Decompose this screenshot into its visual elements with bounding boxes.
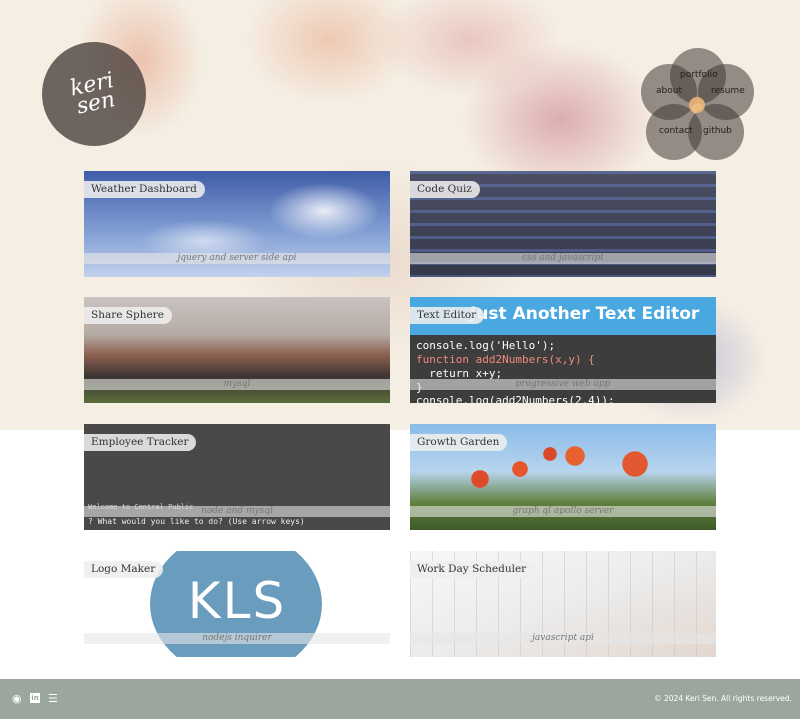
project-card-share-sphere[interactable]: Share Sphere mysql: [84, 297, 390, 403]
project-title: Work Day Scheduler: [410, 561, 535, 578]
project-title: Code Quiz: [410, 181, 480, 198]
nav-link-about[interactable]: about: [656, 86, 682, 96]
nav-center-dot: [689, 97, 705, 113]
project-subtitle: nodejs inquirer: [84, 633, 390, 644]
code-line: function add2Numbers(x,y) {: [416, 353, 595, 366]
project-card-weather-dashboard[interactable]: Weather Dashboard jquery and server side…: [84, 171, 390, 277]
nav-link-portfolio[interactable]: portfolio: [680, 70, 718, 80]
stackoverflow-icon[interactable]: ☰: [48, 693, 58, 705]
project-title: Share Sphere: [84, 307, 172, 324]
nav-link-github[interactable]: github: [703, 126, 732, 136]
project-card-text-editor[interactable]: Just Another Text Editor console.log('He…: [410, 297, 716, 403]
project-subtitle: jquery and server side api: [84, 253, 390, 264]
nav-link-resume[interactable]: resume: [711, 86, 745, 96]
project-subtitle: javascript api: [410, 633, 716, 644]
project-subtitle: css and javascript: [410, 253, 716, 264]
project-subtitle: mysql: [84, 379, 390, 390]
project-card-employee-tracker[interactable]: Employee Tracker Welcome to Central Publ…: [84, 424, 390, 530]
code-line: console.log(add2Numbers(2,4));: [416, 394, 615, 403]
project-card-code-quiz[interactable]: Code Quiz css and javascript: [410, 171, 716, 277]
project-card-growth-garden[interactable]: Growth Garden graph ql apollo server: [410, 424, 716, 530]
code-line: console.log('Hello');: [416, 339, 556, 352]
text-editor-banner: Just Another Text Editor: [470, 304, 700, 324]
project-title: Growth Garden: [410, 434, 508, 451]
github-icon[interactable]: ◉: [12, 693, 22, 705]
logo-maker-text: KLS: [187, 572, 287, 630]
project-title: Text Editor: [410, 307, 485, 324]
terminal-line: ? What would you like to do? (Use arrow …: [88, 517, 305, 526]
project-subtitle: progressive web app: [410, 379, 716, 390]
site-logo[interactable]: keri sen: [42, 42, 146, 146]
project-title: Employee Tracker: [84, 434, 197, 451]
project-title: Weather Dashboard: [84, 181, 205, 198]
project-subtitle: graph ql apollo server: [410, 506, 716, 517]
logo-text: keri sen: [67, 67, 118, 120]
project-title: Logo Maker: [84, 561, 164, 578]
copyright-text: © 2024 Keri Sen. All rights reserved.: [654, 694, 792, 703]
nav-link-contact[interactable]: contact: [659, 126, 693, 136]
project-subtitle: node and mysql: [84, 506, 390, 517]
linkedin-icon[interactable]: in: [30, 693, 40, 703]
project-card-logo-maker[interactable]: KLS Logo Maker nodejs inquirer: [84, 551, 390, 657]
project-card-work-day-scheduler[interactable]: Work Day Scheduler javascript api: [410, 551, 716, 657]
